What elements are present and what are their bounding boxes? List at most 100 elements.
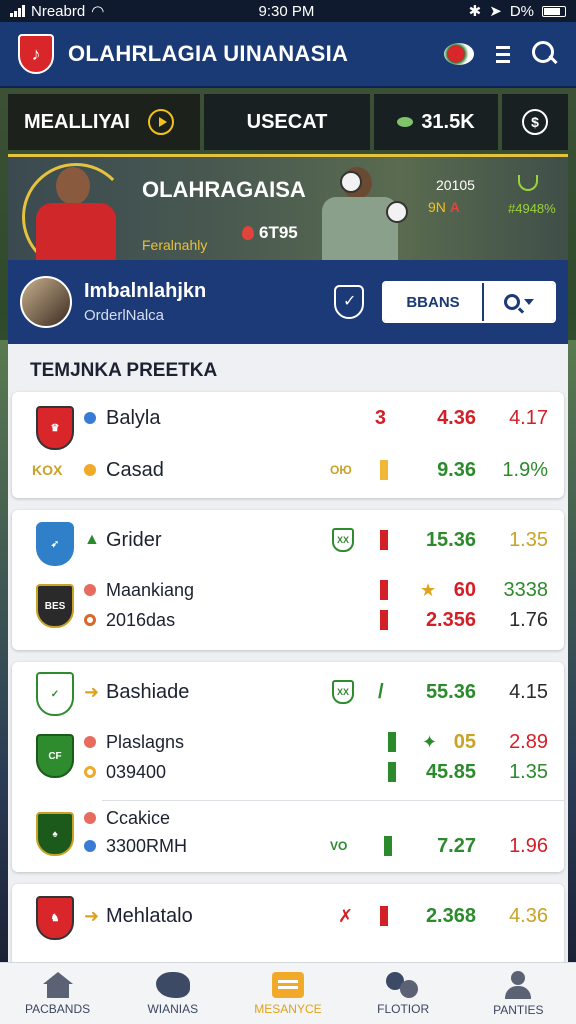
user-subtitle: OrderlNalca [84,307,165,324]
table-row[interactable]: ▲ Grider XX 15.36 1.35 [12,520,564,560]
table-row[interactable]: KOX Casad ОЮ 9.36 1.9% [12,450,564,490]
nav-item-home[interactable]: PACBANDS [3,971,113,1016]
odds-away[interactable]: 3338 [488,579,549,602]
menu-icon[interactable] [496,45,510,63]
status-dot [84,812,96,824]
battery-icon [542,5,566,17]
filter-search-button[interactable] [482,283,554,321]
odds-away[interactable]: 1.35 [488,761,548,784]
status-dot [84,736,96,748]
match-list: TEMJNKA PREETKA ♛ Balyla 3 4.36 4.17 KOX… [8,344,568,964]
match-card[interactable]: ➶ BES ▲ Grider XX 15.36 1.35 Maankiang ★… [12,510,564,650]
odds-away[interactable]: 1.35 [488,529,548,552]
trend-icon [508,175,548,191]
odds-away[interactable]: 4.36 [488,905,548,928]
odds-home[interactable]: 45.85 [396,761,476,784]
indicator-bar [380,610,388,630]
odds-home[interactable]: 4.36 [396,407,476,430]
tab-secondary[interactable]: USECAT [204,94,370,150]
odds-away[interactable]: 1.96 [488,835,548,858]
odds-away[interactable]: 2.89 [488,731,548,754]
carrier-name: Nreabrd [31,2,86,20]
nav-label: FLOTIOR [377,1001,430,1016]
table-row[interactable]: ➜ Mehlatalo ✗ 2.368 4.36 [12,896,564,936]
player-image-left [22,163,130,260]
odds-away[interactable]: 1.76 [488,609,548,632]
section-title: TEMJNKA PREETKA [30,360,218,381]
status-bar: Nreabrd ◠ 9:30 PM ✱ ➤ D% [0,0,576,22]
featured-odds-value: 6T95 [259,223,298,242]
player-image-right [308,157,428,260]
avatar[interactable] [20,276,72,328]
bet-controls: BBANS [382,281,556,323]
indicator-bar [380,906,388,926]
status-dot [84,464,96,476]
app-logo-icon[interactable]: ♪ [18,34,54,74]
tab-row: MEALLIYAI USECAT 31.5K $ [8,94,568,150]
user-panel: Imbalnlahjkn OrderlNalca BBANS [8,260,568,344]
featured-code: 9N A [428,199,460,215]
indicator-bar [380,460,388,480]
nav-label: MESANYCE [254,1001,322,1016]
team-badge-text: KOX [32,462,63,478]
flame-icon: ✗ [338,905,354,926]
team-name: Mehlatalo [106,904,193,927]
table-row[interactable]: ➜ Bashiade XX / 55.36 4.15 [12,672,564,712]
user-text: Imbalnlahjkn OrderlNalca [84,280,206,324]
odds-away[interactable]: 4.15 [488,681,548,704]
flag-icon[interactable] [444,43,474,65]
table-row[interactable]: 3300RMH VO 7.27 1.96 [12,826,564,866]
tab-stat-value: 31.5K [421,110,475,133]
odds-home[interactable]: 55.36 [396,681,476,704]
tab-main[interactable]: MEALLIYAI [8,94,200,150]
odds-away[interactable]: 1.9% [488,459,548,482]
table-row[interactable]: Balyla 3 4.36 4.17 [12,398,564,438]
odds-home[interactable]: 2.356 [396,609,476,632]
arrow-icon: ➜ [84,681,100,702]
nav-item-news[interactable]: WIANIAS [118,971,228,1016]
tab-stat[interactable]: 31.5K [374,94,498,150]
arrow-icon: ▲ [84,531,100,548]
team-name: Plaslagns [106,731,185,752]
ticket-icon [271,971,304,998]
bottom-nav: PACBANDS WIANIAS MESANYCE FLOTIOR PANTIE… [0,962,576,1024]
header-actions [444,41,558,67]
odds-home[interactable]: 7.27 [396,835,476,858]
odds-home[interactable]: 05 [396,731,476,754]
nav-item-betslip[interactable]: MESANYCE [233,971,343,1016]
match-card[interactable]: ♞ ➜ Mehlatalo ✗ 2.368 4.36 [12,884,564,964]
signal-icon [10,5,25,17]
table-row[interactable]: 2016das 2.356 1.76 [12,600,564,640]
tab-wallet[interactable]: $ [502,94,568,150]
odds-home[interactable]: 15.36 [396,529,476,552]
indicator-bar [380,580,388,600]
odds-away[interactable]: 4.17 [488,407,548,430]
status-right: ✱ ➤ D% [469,2,566,20]
featured-subtitle: Feralnahly [142,237,208,253]
bets-button[interactable]: BBANS [384,283,482,321]
odds-home[interactable]: 2.368 [396,905,476,928]
match-card[interactable]: ✓ CF ♠ ➜ Bashiade XX / 55.36 4.15 Plasla… [12,662,564,872]
featured-banner[interactable]: OLAHRAGAISA Feralnahly 6T95 20105 9N A #… [8,154,568,260]
odds-home[interactable]: 60 [396,579,476,602]
team-name: 039400 [106,761,167,782]
team-name: 3300RMH [106,835,188,856]
status-left: Nreabrd ◠ [10,2,104,20]
team-name: Bashiade [106,680,190,703]
nav-item-settings[interactable]: FLOTIOR [348,971,458,1016]
league-badge-icon: XX [332,528,354,552]
ball-icon [340,171,362,193]
match-card[interactable]: ♛ Balyla 3 4.36 4.17 KOX Casad ОЮ 9.36 1… [12,392,564,498]
featured-title: OLAHRAGAISA [142,177,306,202]
search-icon[interactable] [532,41,558,67]
team-name: Casad [106,458,164,481]
odds-home[interactable]: 9.36 [396,459,476,482]
app-header: ♪ OLAHRLAGIA UINANASIA [0,22,576,88]
featured-percent: #4948% [508,201,556,216]
table-row[interactable]: 039400 45.85 1.35 [12,752,564,792]
featured-date: 20105 [436,177,475,193]
person-icon [503,970,533,999]
row-marker: 3 [374,406,386,429]
shield-icon[interactable] [334,285,364,319]
nav-item-profile[interactable]: PANTIES [463,970,573,1017]
